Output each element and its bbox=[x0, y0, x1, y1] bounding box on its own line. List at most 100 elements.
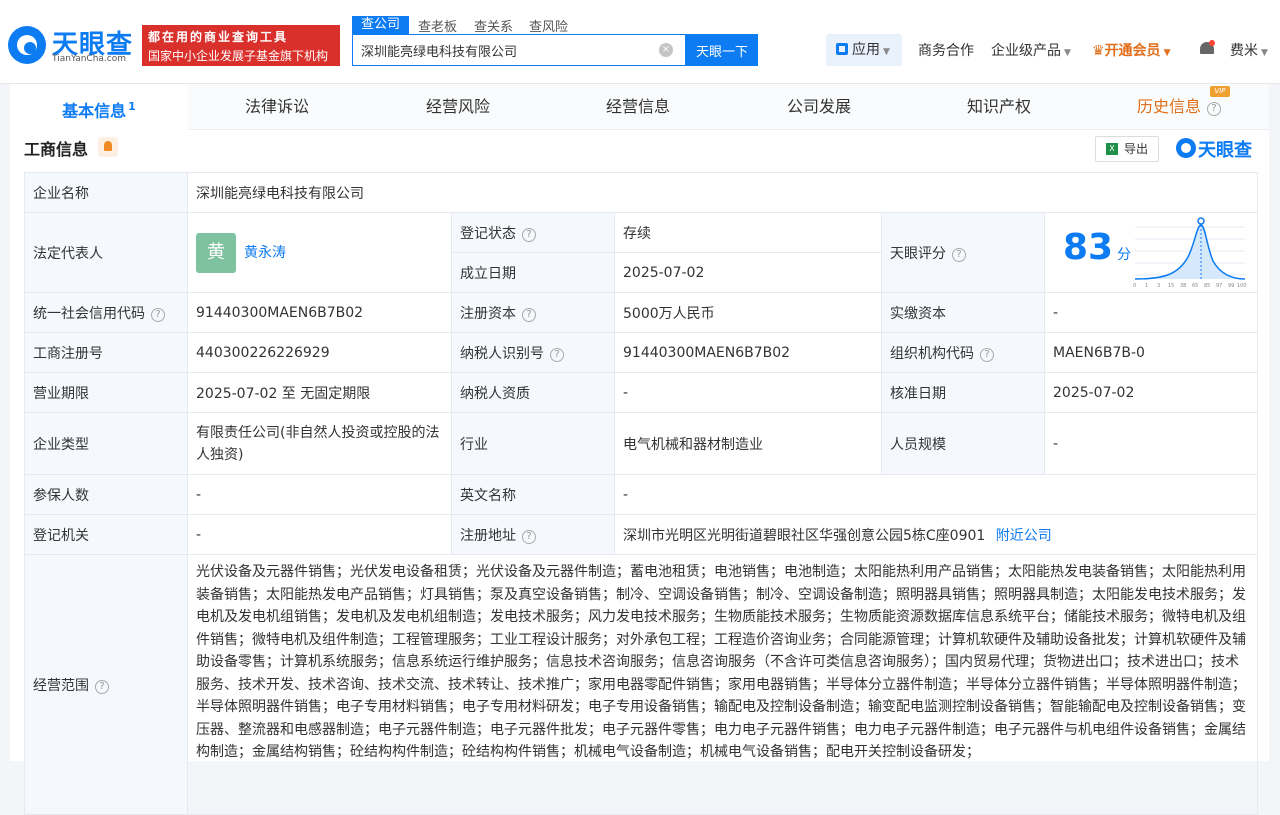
chevron-down-icon: ▼ bbox=[1163, 48, 1171, 58]
paid-capital-label: 实缴资本 bbox=[881, 292, 1045, 333]
logo-eye-icon bbox=[8, 26, 46, 64]
authority: - bbox=[187, 514, 452, 555]
score-axis-tick: 1 bbox=[1145, 283, 1148, 289]
business-info-table: 企业名称 深圳能亮绿电科技有限公司 法定代表人 黄黄永涛 登记状态? 存续 天眼… bbox=[24, 172, 1258, 815]
term: 2025-07-02 至 无固定期限 bbox=[187, 372, 452, 413]
insured: - bbox=[187, 474, 452, 515]
founded-label: 成立日期 bbox=[451, 252, 615, 293]
help-icon[interactable]: ? bbox=[980, 347, 994, 362]
score-axis-tick: 38 bbox=[1180, 283, 1186, 289]
chevron-down-icon: ▼ bbox=[1064, 48, 1071, 58]
address-label: 注册地址 bbox=[460, 527, 516, 544]
score-unit: 分 bbox=[1117, 247, 1132, 263]
tab-risk[interactable]: 经营风险 bbox=[369, 84, 547, 130]
authority-label: 登记机关 bbox=[24, 514, 188, 555]
search-tab-boss[interactable]: 查老板 bbox=[418, 16, 457, 35]
apps-label: 应用 bbox=[852, 42, 880, 58]
credit-code-label: 统一社会信用代码 bbox=[33, 305, 145, 322]
english-name: - bbox=[614, 474, 1258, 515]
score-axis-tick: 15 bbox=[1168, 283, 1174, 289]
approval-label: 核准日期 bbox=[881, 372, 1045, 413]
tab-legal[interactable]: 法律诉讼 bbox=[188, 84, 366, 130]
table-row: 统一社会信用代码? 91440300MAEN6B7B02 注册资本? 5000万… bbox=[24, 292, 1258, 333]
nav-open-vip[interactable]: ♛开通会员 ▼ bbox=[1092, 40, 1170, 60]
clear-icon[interactable]: × bbox=[659, 43, 673, 57]
company-name: 深圳能亮绿电科技有限公司 bbox=[187, 172, 1258, 213]
promo-line-2: 国家中小企业发展子基金旗下机构 bbox=[148, 49, 329, 63]
help-icon[interactable]: ? bbox=[151, 307, 165, 322]
tab-operation[interactable]: 经营信息 bbox=[549, 84, 727, 130]
help-icon[interactable]: ? bbox=[95, 679, 109, 694]
reg-capital-label: 注册资本 bbox=[460, 305, 516, 322]
search-button[interactable]: 天眼一下 bbox=[686, 34, 758, 66]
credit-code-label-cell: 统一社会信用代码? bbox=[24, 292, 188, 333]
monitor-bell-icon[interactable] bbox=[98, 137, 118, 157]
export-label: 导出 bbox=[1123, 142, 1148, 156]
org-code: MAEN6B7B-0 bbox=[1044, 332, 1258, 373]
brand-watermark: 天眼查 bbox=[1176, 136, 1260, 161]
legal-rep-label: 法定代表人 bbox=[24, 212, 188, 293]
detail-tabs: 基本信息 1 法律诉讼 经营风险 经营信息 公司发展 知识产权 历史信息? VIP bbox=[10, 84, 1269, 130]
table-row: 法定代表人 黄黄永涛 登记状态? 存续 天眼评分? 83 分 0 1 3 15 … bbox=[24, 212, 1258, 293]
nav-business-cooperation[interactable]: 商务合作 bbox=[918, 40, 974, 60]
unread-dot bbox=[1209, 40, 1215, 46]
reg-capital-label-cell: 注册资本? bbox=[451, 292, 615, 333]
tab-basic-info[interactable]: 基本信息 1 bbox=[10, 84, 188, 130]
org-code-label-cell: 组织机构代码? bbox=[881, 332, 1045, 373]
table-row: 经营范围? 光伏设备及元器件销售；光伏发电设备租赁；光伏设备及元器件制造；蓄电池… bbox=[24, 554, 1258, 815]
business-scope: 光伏设备及元器件销售；光伏发电设备租赁；光伏设备及元器件制造；蓄电池租赁；电池销… bbox=[187, 554, 1258, 815]
score-value: 83 分 bbox=[1063, 227, 1131, 268]
help-icon[interactable]: ? bbox=[522, 227, 536, 242]
nav-enterprise-products[interactable]: 企业级产品 ▼ bbox=[991, 40, 1071, 60]
export-button[interactable]: X 导出 bbox=[1095, 136, 1159, 162]
help-icon: ? bbox=[1207, 102, 1221, 116]
nav-enterprise-label: 企业级产品 bbox=[991, 43, 1061, 59]
excel-icon: X bbox=[1106, 143, 1118, 155]
score-axis-tick: 100 bbox=[1237, 283, 1247, 289]
address: 深圳市光明区光明街道碧眼社区华强创意公园5栋C座0901 bbox=[623, 527, 986, 544]
tab-history[interactable]: 历史信息? bbox=[1090, 84, 1268, 130]
score-label: 天眼评分 bbox=[890, 245, 946, 262]
staff-label: 人员规模 bbox=[881, 412, 1045, 475]
search-input[interactable] bbox=[353, 35, 643, 65]
search-tab-company[interactable]: 查公司 bbox=[352, 16, 410, 34]
table-row: 参保人数 - 英文名称 - bbox=[24, 474, 1258, 515]
logo-domain: TianYanCha.com bbox=[52, 54, 127, 64]
nearby-companies-link[interactable]: 附近公司 bbox=[996, 528, 1052, 544]
top-header: 天眼查 TianYanCha.com 都在用的商业查询工具 国家中小企业发展子基… bbox=[0, 0, 1280, 84]
vip-badge: VIP bbox=[1210, 86, 1230, 97]
reg-status: 存续 bbox=[614, 212, 882, 253]
score-cell[interactable]: 83 分 0 1 3 15 38 65 85 97 99 100 bbox=[1044, 212, 1258, 293]
search-tab-relation[interactable]: 查关系 bbox=[474, 16, 513, 35]
notification-bell-icon[interactable] bbox=[1199, 40, 1215, 58]
help-icon[interactable]: ? bbox=[522, 307, 536, 322]
score-axis-tick: 85 bbox=[1204, 283, 1210, 289]
score-axis-tick: 0 bbox=[1133, 283, 1136, 289]
legal-rep-link[interactable]: 黄永涛 bbox=[244, 245, 286, 261]
avatar[interactable]: 黄 bbox=[196, 232, 236, 273]
apps-menu-button[interactable]: 应用 ▼ bbox=[826, 34, 902, 66]
tab-label: 基本信息 bbox=[62, 101, 127, 121]
taxpayer-qual: - bbox=[614, 372, 882, 413]
tab-development[interactable]: 公司发展 bbox=[730, 84, 908, 130]
scope-label: 经营范围 bbox=[33, 677, 89, 694]
reg-status-label: 登记状态 bbox=[460, 225, 516, 242]
chevron-down-icon: ▼ bbox=[883, 47, 890, 57]
help-icon[interactable]: ? bbox=[522, 529, 536, 544]
taxpayer-id-label-cell: 纳税人识别号? bbox=[451, 332, 615, 373]
search-tab-risk[interactable]: 查风险 bbox=[529, 16, 568, 35]
legal-rep-cell: 黄黄永涛 bbox=[187, 212, 452, 293]
company-name-label: 企业名称 bbox=[24, 172, 188, 213]
company-detail-card: 基本信息 1 法律诉讼 经营风险 经营信息 公司发展 知识产权 历史信息? VIP… bbox=[10, 84, 1269, 815]
score-axis-tick: 3 bbox=[1157, 283, 1160, 289]
tab-ip[interactable]: 知识产权 bbox=[910, 84, 1088, 130]
help-icon[interactable]: ? bbox=[952, 247, 966, 262]
score-distribution-chart: 0 1 3 15 38 65 85 97 99 100 bbox=[1133, 217, 1247, 289]
user-menu[interactable]: 费米 ▼ bbox=[1230, 40, 1268, 60]
apps-grid-icon bbox=[836, 43, 848, 55]
promo-banner[interactable]: 都在用的商业查询工具 国家中小企业发展子基金旗下机构 bbox=[142, 25, 340, 66]
taxpayer-qual-label: 纳税人资质 bbox=[451, 372, 615, 413]
help-icon[interactable]: ? bbox=[550, 347, 564, 362]
insured-label: 参保人数 bbox=[24, 474, 188, 515]
tianyancha-logo[interactable]: 天眼查 TianYanCha.com bbox=[8, 22, 136, 68]
